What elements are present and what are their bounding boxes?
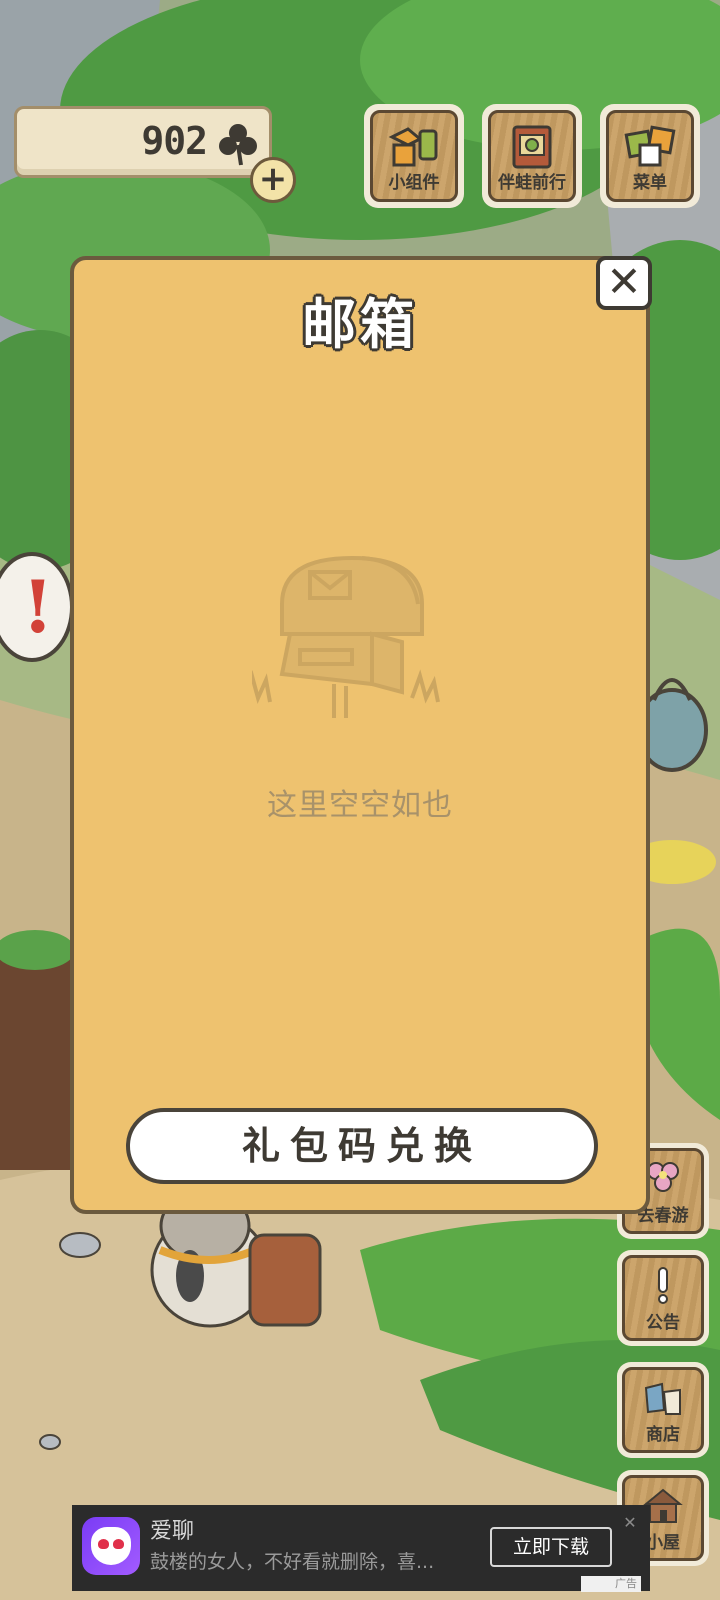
gift-code-redeem-button[interactable]: 礼包码兑换 xyxy=(126,1108,598,1184)
exclamation-icon: ! xyxy=(22,564,54,649)
close-dialog-button[interactable]: ✕ xyxy=(596,256,652,310)
announcement-button[interactable]: 公告 xyxy=(617,1250,709,1346)
ad-tag: 广告 xyxy=(581,1576,641,1592)
shop-label: 商店 xyxy=(646,1425,680,1445)
add-clover-button[interactable]: + xyxy=(250,157,296,203)
close-icon: ✕ xyxy=(606,257,642,306)
app-logo-icon xyxy=(82,1517,140,1575)
menu-cards-icon xyxy=(624,125,676,167)
ad-banner[interactable]: 爱聊 鼓楼的女人，不好看就删除，喜... 立即下载 ✕ xyxy=(72,1505,650,1591)
clover-count: 902 xyxy=(141,119,208,163)
widget-label: 小组件 xyxy=(388,173,440,193)
mailbox-dialog: 邮箱 这里空空如也 礼包码兑换 xyxy=(70,256,650,1214)
announcement-label: 公告 xyxy=(646,1313,680,1333)
empty-message: 这里空空如也 xyxy=(267,788,453,823)
menu-label: 菜单 xyxy=(633,173,667,193)
menu-button[interactable]: 菜单 xyxy=(600,104,700,208)
shop-button[interactable]: 商店 xyxy=(617,1362,709,1458)
exclamation-icon xyxy=(658,1267,668,1304)
ad-description: 鼓楼的女人，不好看就删除，喜... xyxy=(150,1551,435,1573)
travel-with-frog-button[interactable]: 伴蛙前行 xyxy=(482,104,582,208)
mailbox-icon xyxy=(252,555,440,718)
widget-button[interactable]: 小组件 xyxy=(364,104,464,208)
ad-app-name: 爱聊 xyxy=(150,1519,195,1544)
travel-with-frog-label: 伴蛙前行 xyxy=(498,173,566,193)
clover-counter: 902 xyxy=(14,106,272,178)
shop-bags-icon xyxy=(644,1382,681,1415)
ad-close-icon[interactable]: ✕ xyxy=(620,1513,640,1533)
plus-icon: + xyxy=(258,159,288,199)
travel-book-icon xyxy=(512,125,552,169)
clover-icon xyxy=(219,124,257,166)
dialog-title: 邮箱 xyxy=(302,293,418,356)
widget-icon xyxy=(388,127,438,167)
ad-download-button[interactable]: 立即下载 xyxy=(490,1527,612,1567)
